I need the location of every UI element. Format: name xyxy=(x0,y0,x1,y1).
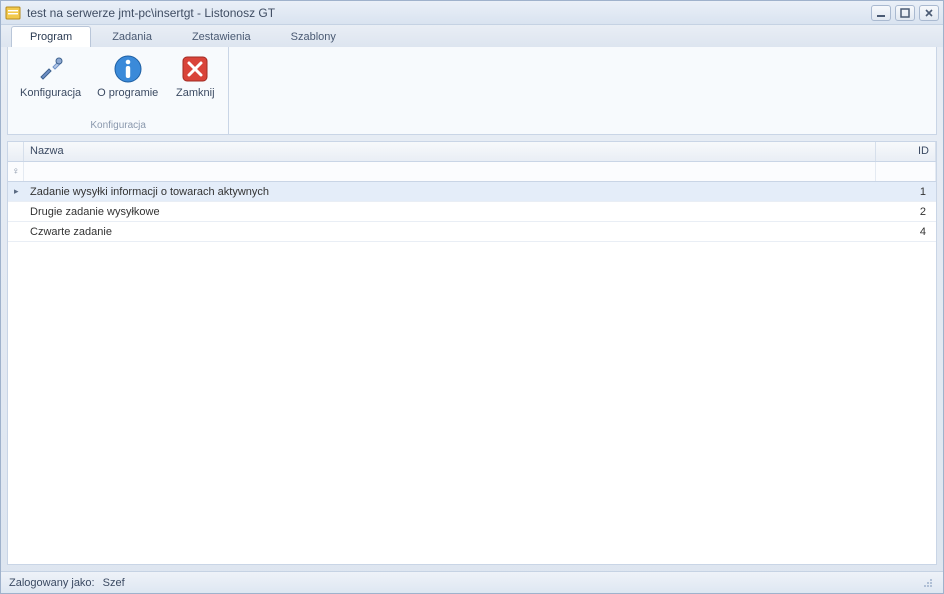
about-button[interactable]: O programie xyxy=(89,49,166,118)
minimize-icon xyxy=(876,8,886,18)
grid-filter-row: ♀ xyxy=(8,162,936,182)
status-login-label: Zalogowany jako: xyxy=(9,577,95,589)
filter-icon: ♀ xyxy=(12,166,20,177)
tab-label: Szablony xyxy=(291,31,336,43)
filter-id[interactable] xyxy=(876,162,936,181)
cell-nazwa: Czwarte zadanie xyxy=(24,223,876,241)
status-user: Szef xyxy=(103,577,125,589)
ribbon-group-konfiguracja: Konfiguracja O programie Zamknij Konfigu… xyxy=(8,47,229,134)
cell-id: 4 xyxy=(876,223,936,241)
ribbon-items: Konfiguracja O programie Zamknij xyxy=(12,49,224,118)
tab-zadania[interactable]: Zadania xyxy=(93,26,171,47)
column-header-nazwa[interactable]: Nazwa xyxy=(24,142,876,161)
window-controls xyxy=(871,5,939,21)
row-indicator xyxy=(8,209,24,215)
close-window-button[interactable] xyxy=(919,5,939,21)
close-icon xyxy=(924,8,934,18)
app-window: test na serwerze jmt-pc\insertgt - Listo… xyxy=(0,0,944,594)
maximize-button[interactable] xyxy=(895,5,915,21)
about-label: O programie xyxy=(97,87,158,99)
row-indicator-icon: ▸ xyxy=(8,183,24,200)
minimize-button[interactable] xyxy=(871,5,891,21)
tab-zestawienia[interactable]: Zestawienia xyxy=(173,26,270,47)
table-row[interactable]: Drugie zadanie wysyłkowe 2 xyxy=(8,202,936,222)
tab-program[interactable]: Program xyxy=(11,26,91,47)
column-selector[interactable] xyxy=(8,142,24,161)
ribbon-group-label: Konfiguracja xyxy=(12,118,224,134)
grid-body[interactable]: ▸ Zadanie wysyłki informacji o towarach … xyxy=(8,182,936,564)
cell-id: 1 xyxy=(876,183,936,201)
resize-grip-icon[interactable] xyxy=(921,576,935,590)
filter-indicator: ♀ xyxy=(8,162,24,181)
grid-panel: Nazwa ID ♀ ▸ Zadanie wysyłki informacji … xyxy=(7,141,937,565)
config-label: Konfiguracja xyxy=(20,87,81,99)
tab-label: Program xyxy=(30,31,72,43)
close-x-icon xyxy=(179,53,211,85)
tab-label: Zadania xyxy=(112,31,152,43)
grid-header: Nazwa ID xyxy=(8,142,936,162)
table-row[interactable]: ▸ Zadanie wysyłki informacji o towarach … xyxy=(8,182,936,202)
tab-label: Zestawienia xyxy=(192,31,251,43)
cell-nazwa: Zadanie wysyłki informacji o towarach ak… xyxy=(24,183,876,201)
app-icon xyxy=(5,5,21,21)
close-button[interactable]: Zamknij xyxy=(166,49,224,118)
close-label: Zamknij xyxy=(176,87,215,99)
ribbon: Konfiguracja O programie Zamknij Konfigu… xyxy=(7,47,937,135)
wrench-screwdriver-icon xyxy=(35,53,67,85)
table-row[interactable]: Czwarte zadanie 4 xyxy=(8,222,936,242)
statusbar: Zalogowany jako: Szef xyxy=(1,571,943,593)
ribbon-tabs: Program Zadania Zestawienia Szablony xyxy=(1,25,943,47)
cell-id: 2 xyxy=(876,203,936,221)
cell-nazwa: Drugie zadanie wysyłkowe xyxy=(24,203,876,221)
maximize-icon xyxy=(900,8,910,18)
window-title: test na serwerze jmt-pc\insertgt - Listo… xyxy=(27,6,871,20)
config-button[interactable]: Konfiguracja xyxy=(12,49,89,118)
row-indicator xyxy=(8,229,24,235)
filter-nazwa[interactable] xyxy=(24,162,876,181)
tab-szablony[interactable]: Szablony xyxy=(272,26,355,47)
info-icon xyxy=(112,53,144,85)
column-header-id[interactable]: ID xyxy=(876,142,936,161)
titlebar: test na serwerze jmt-pc\insertgt - Listo… xyxy=(1,1,943,25)
